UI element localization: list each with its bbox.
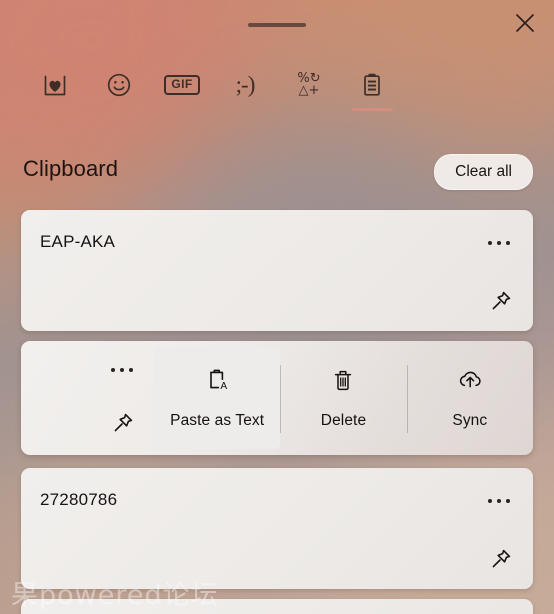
clipboard-flyout-window: GIF ;-) %↻ △+ Clipboard Clear all EAP-AK… xyxy=(0,0,554,614)
clipboard-item-more-button[interactable] xyxy=(105,359,139,381)
kaomoji-icon: ;-) xyxy=(235,62,256,108)
tab-clipboard[interactable] xyxy=(339,62,405,124)
pin-icon xyxy=(489,547,513,576)
clipboard-item-pin-button[interactable] xyxy=(486,289,516,317)
tab-gif[interactable]: GIF xyxy=(149,62,215,124)
tab-underline xyxy=(35,108,76,111)
clipboard-item[interactable]: EAP-AKA xyxy=(21,210,533,331)
ellipsis-icon xyxy=(506,241,510,245)
menu-item-label: Sync xyxy=(452,412,488,429)
pin-icon xyxy=(489,289,513,318)
tab-kaomoji[interactable]: ;-) xyxy=(212,62,278,124)
close-button[interactable] xyxy=(504,5,546,41)
smiley-face-icon xyxy=(105,62,133,108)
tab-strip: GIF ;-) %↻ △+ xyxy=(0,62,554,130)
menu-separator xyxy=(280,365,282,433)
tab-underline-active xyxy=(351,108,393,111)
clipboard-item-context-menu: A Paste as Text Delete Sync xyxy=(21,341,533,455)
menu-item-sync[interactable]: Sync xyxy=(406,341,533,455)
clipboard-text-icon: A xyxy=(203,366,231,399)
clipboard-header: Clipboard Clear all xyxy=(0,152,554,196)
page-title: Clipboard xyxy=(23,156,119,181)
pin-icon xyxy=(111,411,135,440)
window-drag-handle[interactable] xyxy=(248,23,306,27)
clear-all-label: Clear all xyxy=(455,163,512,180)
menu-item-label: Delete xyxy=(320,412,367,429)
clipboard-item-text: EAP-AKA xyxy=(40,232,116,251)
clipboard-item-text: 27280786 xyxy=(40,490,118,509)
title-bar xyxy=(0,0,554,47)
tab-underline xyxy=(225,108,266,111)
symbols-icon: %↻ △+ xyxy=(297,62,320,108)
clipboard-item[interactable] xyxy=(21,599,533,614)
tab-recently-used[interactable] xyxy=(22,62,88,124)
tab-underline xyxy=(162,108,203,111)
clipboard-item-pin-button[interactable] xyxy=(108,411,138,439)
svg-text:A: A xyxy=(221,381,228,392)
gif-icon-label: GIF xyxy=(164,75,200,95)
ellipsis-icon xyxy=(129,368,133,372)
menu-separator xyxy=(406,365,408,433)
menu-item-label: Paste as Text xyxy=(170,412,265,429)
heart-in-box-icon xyxy=(41,62,69,108)
ellipsis-icon xyxy=(497,499,501,503)
menu-item-delete[interactable]: Delete xyxy=(280,341,406,455)
cloud-upload-icon xyxy=(455,366,485,399)
tab-emoji[interactable] xyxy=(86,62,152,124)
ellipsis-icon xyxy=(120,368,124,372)
clipboard-icon xyxy=(358,62,386,108)
close-icon xyxy=(514,12,536,34)
menu-item-paste-as-text[interactable]: A Paste as Text xyxy=(154,347,281,449)
clipboard-item-more-button[interactable] xyxy=(482,490,516,512)
clipboard-item-more-button[interactable] xyxy=(482,232,516,254)
context-menu-items: A Paste as Text Delete Sync xyxy=(154,341,533,455)
clipboard-item[interactable]: 27280786 xyxy=(21,468,533,589)
tab-underline xyxy=(289,108,330,111)
ellipsis-icon xyxy=(111,368,115,372)
ellipsis-icon xyxy=(506,499,510,503)
kaomoji-icon-label: ;-) xyxy=(235,72,256,97)
clipboard-item-menu-source[interactable] xyxy=(21,341,154,455)
ellipsis-icon xyxy=(488,241,492,245)
tab-underline xyxy=(99,108,140,111)
tab-symbols[interactable]: %↻ △+ xyxy=(276,62,342,124)
clipboard-item-pin-button[interactable] xyxy=(486,547,516,575)
gif-icon: GIF xyxy=(164,62,200,108)
trash-icon xyxy=(329,366,357,399)
ellipsis-icon xyxy=(497,241,501,245)
ellipsis-icon xyxy=(488,499,492,503)
symbols-icon-bottom: △+ xyxy=(298,83,320,98)
clear-all-button[interactable]: Clear all xyxy=(434,154,533,190)
